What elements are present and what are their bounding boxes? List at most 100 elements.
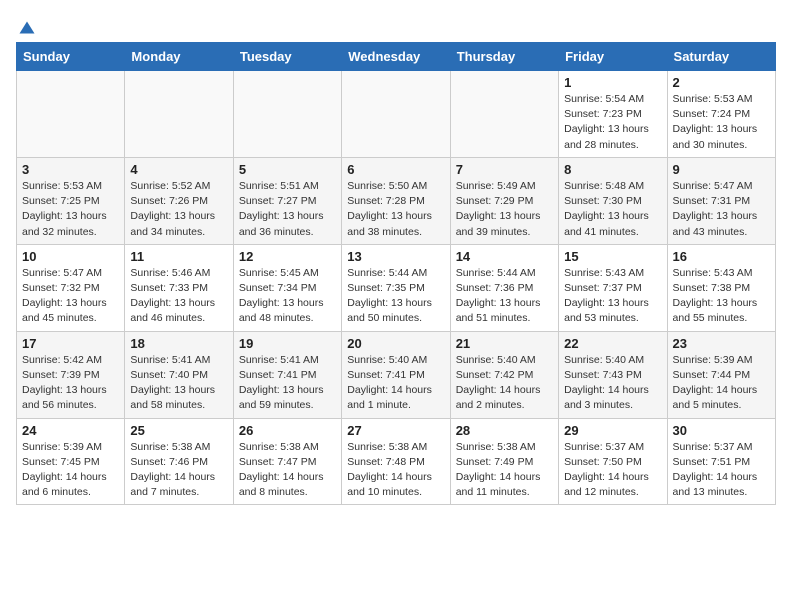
day-number: 24 (22, 423, 119, 438)
column-header-sunday: Sunday (17, 43, 125, 71)
day-number: 23 (673, 336, 770, 351)
day-number: 11 (130, 249, 227, 264)
day-info: Sunrise: 5:44 AMSunset: 7:36 PMDaylight:… (456, 266, 553, 327)
calendar-cell: 22Sunrise: 5:40 AMSunset: 7:43 PMDayligh… (559, 331, 667, 418)
day-info: Sunrise: 5:38 AMSunset: 7:46 PMDaylight:… (130, 440, 227, 501)
calendar-cell: 9 Sunrise: 5:47 AMSunset: 7:31 PMDaylight… (667, 157, 775, 244)
day-number: 26 (239, 423, 336, 438)
day-info: Sunrise: 5:38 AMSunset: 7:47 PMDaylight:… (239, 440, 336, 501)
day-info: Sunrise: 5:42 AMSunset: 7:39 PMDaylight:… (22, 353, 119, 414)
calendar-cell: 23 Sunrise: 5:39 AMSunset: 7:44 PMDayligh… (667, 331, 775, 418)
column-header-monday: Monday (125, 43, 233, 71)
day-number: 14 (456, 249, 553, 264)
column-header-wednesday: Wednesday (342, 43, 450, 71)
calendar-cell: 20 Sunrise: 5:40 AMSunset: 7:41 PMDayligh… (342, 331, 450, 418)
calendar-cell: 1 Sunrise: 5:54 AMSunset: 7:23 PMDaylight… (559, 71, 667, 158)
day-number: 4 (130, 162, 227, 177)
calendar-cell: 26 Sunrise: 5:38 AMSunset: 7:47 PMDayligh… (233, 418, 341, 505)
day-info: Sunrise: 5:40 AMSunset: 7:41 PMDaylight:… (347, 353, 444, 414)
day-number: 6 (347, 162, 444, 177)
day-info: Sunrise: 5:53 AMSunset: 7:24 PMDaylight:… (673, 92, 770, 153)
day-number: 20 (347, 336, 444, 351)
day-info: Sunrise: 5:38 AMSunset: 7:49 PMDaylight:… (456, 440, 553, 501)
calendar-cell: 11 Sunrise: 5:46 AMSunset: 7:33 PMDayligh… (125, 244, 233, 331)
calendar-table: SundayMondayTuesdayWednesdayThursdayFrid… (16, 42, 776, 505)
calendar-cell: 3 Sunrise: 5:53 AMSunset: 7:25 PMDaylight… (17, 157, 125, 244)
calendar-week-row: 1 Sunrise: 5:54 AMSunset: 7:23 PMDaylight… (17, 71, 776, 158)
day-number: 1 (564, 75, 661, 90)
calendar-cell: 29 Sunrise: 5:37 AMSunset: 7:50 PMDayligh… (559, 418, 667, 505)
day-info: Sunrise: 5:51 AMSunset: 7:27 PMDaylight:… (239, 179, 336, 240)
day-number: 17 (22, 336, 119, 351)
day-info: Sunrise: 5:37 AMSunset: 7:51 PMDaylight:… (673, 440, 770, 501)
calendar-cell: 5Sunrise: 5:51 AMSunset: 7:27 PMDaylight… (233, 157, 341, 244)
calendar-cell: 15 Sunrise: 5:43 AMSunset: 7:37 PMDayligh… (559, 244, 667, 331)
day-info: Sunrise: 5:49 AMSunset: 7:29 PMDaylight:… (456, 179, 553, 240)
day-info: Sunrise: 5:37 AMSunset: 7:50 PMDaylight:… (564, 440, 661, 501)
day-info: Sunrise: 5:39 AMSunset: 7:45 PMDaylight:… (22, 440, 119, 501)
day-info: Sunrise: 5:43 AMSunset: 7:37 PMDaylight:… (564, 266, 661, 327)
day-info: Sunrise: 5:47 AMSunset: 7:31 PMDaylight:… (673, 179, 770, 240)
calendar-cell: 21 Sunrise: 5:40 AMSunset: 7:42 PMDayligh… (450, 331, 558, 418)
calendar-cell: 12 Sunrise: 5:45 AMSunset: 7:34 PMDayligh… (233, 244, 341, 331)
day-info: Sunrise: 5:41 AMSunset: 7:41 PMDaylight:… (239, 353, 336, 414)
day-number: 18 (130, 336, 227, 351)
day-info: Sunrise: 5:54 AMSunset: 7:23 PMDaylight:… (564, 92, 661, 153)
logo (16, 20, 36, 34)
day-number: 2 (673, 75, 770, 90)
column-header-thursday: Thursday (450, 43, 558, 71)
day-number: 15 (564, 249, 661, 264)
day-number: 21 (456, 336, 553, 351)
day-number: 12 (239, 249, 336, 264)
day-number: 8 (564, 162, 661, 177)
calendar-cell: 14 Sunrise: 5:44 AMSunset: 7:36 PMDayligh… (450, 244, 558, 331)
day-info: Sunrise: 5:50 AMSunset: 7:28 PMDaylight:… (347, 179, 444, 240)
calendar-cell: 16 Sunrise: 5:43 AMSunset: 7:38 PMDayligh… (667, 244, 775, 331)
day-number: 19 (239, 336, 336, 351)
calendar-cell: 17 Sunrise: 5:42 AMSunset: 7:39 PMDayligh… (17, 331, 125, 418)
day-number: 10 (22, 249, 119, 264)
day-number: 30 (673, 423, 770, 438)
calendar-cell: 24 Sunrise: 5:39 AMSunset: 7:45 PMDayligh… (17, 418, 125, 505)
day-number: 13 (347, 249, 444, 264)
day-info: Sunrise: 5:41 AMSunset: 7:40 PMDaylight:… (130, 353, 227, 414)
day-number: 9 (673, 162, 770, 177)
calendar-cell: 30 Sunrise: 5:37 AMSunset: 7:51 PMDayligh… (667, 418, 775, 505)
calendar-cell: 6 Sunrise: 5:50 AMSunset: 7:28 PMDaylight… (342, 157, 450, 244)
calendar-cell: 19 Sunrise: 5:41 AMSunset: 7:41 PMDayligh… (233, 331, 341, 418)
calendar-week-row: 24 Sunrise: 5:39 AMSunset: 7:45 PMDayligh… (17, 418, 776, 505)
calendar-cell: 13 Sunrise: 5:44 AMSunset: 7:35 PMDayligh… (342, 244, 450, 331)
day-number: 27 (347, 423, 444, 438)
calendar-cell (233, 71, 341, 158)
day-info: Sunrise: 5:52 AMSunset: 7:26 PMDaylight:… (130, 179, 227, 240)
day-info: Sunrise: 5:43 AMSunset: 7:38 PMDaylight:… (673, 266, 770, 327)
page-header (16, 16, 776, 34)
calendar-cell (17, 71, 125, 158)
calendar-cell: 2 Sunrise: 5:53 AMSunset: 7:24 PMDaylight… (667, 71, 775, 158)
day-info: Sunrise: 5:40 AMSunset: 7:43 PMDaylight:… (564, 353, 661, 414)
day-info: Sunrise: 5:44 AMSunset: 7:35 PMDaylight:… (347, 266, 444, 327)
day-info: Sunrise: 5:45 AMSunset: 7:34 PMDaylight:… (239, 266, 336, 327)
calendar-cell: 7 Sunrise: 5:49 AMSunset: 7:29 PMDaylight… (450, 157, 558, 244)
calendar-cell: 4 Sunrise: 5:52 AMSunset: 7:26 PMDaylight… (125, 157, 233, 244)
calendar-cell (125, 71, 233, 158)
day-number: 7 (456, 162, 553, 177)
calendar-cell: 10 Sunrise: 5:47 AMSunset: 7:32 PMDayligh… (17, 244, 125, 331)
calendar-week-row: 10 Sunrise: 5:47 AMSunset: 7:32 PMDayligh… (17, 244, 776, 331)
calendar-week-row: 3 Sunrise: 5:53 AMSunset: 7:25 PMDaylight… (17, 157, 776, 244)
column-header-friday: Friday (559, 43, 667, 71)
day-info: Sunrise: 5:53 AMSunset: 7:25 PMDaylight:… (22, 179, 119, 240)
day-number: 28 (456, 423, 553, 438)
day-number: 16 (673, 249, 770, 264)
day-info: Sunrise: 5:47 AMSunset: 7:32 PMDaylight:… (22, 266, 119, 327)
day-info: Sunrise: 5:46 AMSunset: 7:33 PMDaylight:… (130, 266, 227, 327)
day-info: Sunrise: 5:38 AMSunset: 7:48 PMDaylight:… (347, 440, 444, 501)
day-number: 29 (564, 423, 661, 438)
calendar-cell (450, 71, 558, 158)
day-number: 3 (22, 162, 119, 177)
calendar-cell: 28 Sunrise: 5:38 AMSunset: 7:49 PMDayligh… (450, 418, 558, 505)
day-info: Sunrise: 5:39 AMSunset: 7:44 PMDaylight:… (673, 353, 770, 414)
column-header-saturday: Saturday (667, 43, 775, 71)
calendar-cell: 27 Sunrise: 5:38 AMSunset: 7:48 PMDayligh… (342, 418, 450, 505)
day-info: Sunrise: 5:40 AMSunset: 7:42 PMDaylight:… (456, 353, 553, 414)
